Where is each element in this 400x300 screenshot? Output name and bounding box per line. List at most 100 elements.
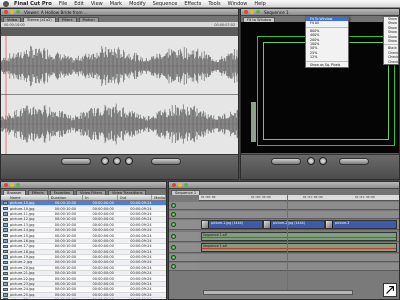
track-a4[interactable] <box>199 263 399 271</box>
window-controls <box>4 10 20 14</box>
menu-item-sq-pixels[interactable]: Show as Sq. Pixels <box>306 63 348 67</box>
track-enable-icon[interactable] <box>171 203 176 208</box>
close-icon[interactable] <box>244 10 248 14</box>
clip-in: 00:00:00:00 <box>92 276 114 281</box>
clip-in: 00:00:00:00 <box>92 233 114 238</box>
track-enable-icon[interactable] <box>171 264 176 269</box>
canvas-tab[interactable]: Sequence 1 <box>264 10 289 15</box>
track-header-v2[interactable] <box>169 211 199 219</box>
play-button[interactable] <box>101 157 109 165</box>
zoom-icon[interactable] <box>16 10 20 14</box>
audio-clip[interactable]: Sequence 1.aif <box>201 243 397 252</box>
menu-help[interactable]: Help <box>254 1 265 7</box>
minimize-icon[interactable] <box>178 183 182 187</box>
menu-item-show[interactable]: Show <box>384 39 398 43</box>
tab-sequence-1[interactable]: Sequence 1 <box>171 190 201 195</box>
tab-video[interactable]: Video <box>3 17 22 22</box>
menu-sequence[interactable]: Sequence <box>153 1 178 7</box>
menu-item-fit-all[interactable]: Fit All <box>306 21 348 25</box>
browser-titlebar[interactable] <box>1 182 166 189</box>
track-a3[interactable] <box>199 254 399 262</box>
timeline-scrollbar[interactable] <box>203 290 353 295</box>
clip-name: picture-19.jpg <box>10 255 35 260</box>
menu-effects[interactable]: Effects <box>184 1 201 7</box>
zoom-icon[interactable] <box>256 10 260 14</box>
play-button[interactable] <box>307 157 315 165</box>
menu-view[interactable]: View <box>91 1 103 7</box>
minimize-icon[interactable] <box>10 10 14 14</box>
menu-item-check[interactable]: Check <box>384 60 398 64</box>
zoom-icon[interactable] <box>16 183 20 187</box>
loop-button[interactable] <box>125 157 133 165</box>
app-menu[interactable]: Final Cut Pro <box>14 1 52 7</box>
jog-control[interactable] <box>151 158 181 165</box>
close-icon[interactable] <box>172 183 176 187</box>
track-enable-icon[interactable] <box>171 222 176 227</box>
waveform-channel-1 <box>1 45 238 87</box>
track-enable-icon[interactable] <box>171 255 176 260</box>
audio-clip[interactable]: Sequence 1.aif <box>201 232 397 241</box>
track-header-v1[interactable] <box>169 220 199 230</box>
clip-in: 00:00:00:00 <box>92 260 114 265</box>
apple-icon[interactable] <box>3 0 9 7</box>
menu-separator <box>306 26 348 28</box>
menu-edit[interactable]: Edit <box>74 1 84 7</box>
menu-tools[interactable]: Tools <box>208 1 220 7</box>
timeline-ruler[interactable]: 01:00:00 01:00:30:00 01:01:00:00 01:01:3… <box>199 195 399 201</box>
menu-item-12[interactable]: 12% <box>306 55 348 59</box>
track-header-v3[interactable] <box>169 202 199 210</box>
zoom-icon[interactable] <box>184 183 188 187</box>
column-out[interactable]: Out <box>118 195 153 200</box>
clip-duration: 00:00:10:00 <box>54 228 77 233</box>
clip-duration: 00:00:10:00 <box>54 244 77 249</box>
audio-waveform[interactable] <box>1 36 238 154</box>
timeline-titlebar[interactable] <box>169 182 399 189</box>
track-header-a1[interactable] <box>169 232 199 242</box>
minimize-icon[interactable] <box>10 183 14 187</box>
menu-separator <box>306 60 348 62</box>
menu-window[interactable]: Window <box>228 1 248 7</box>
viewer-ruler[interactable]: 00:00:10:00 00:00:07:02 <box>1 22 238 28</box>
column-duration[interactable]: Duration <box>49 195 84 200</box>
step-button[interactable] <box>113 157 121 165</box>
track-enable-icon[interactable] <box>171 245 176 250</box>
column-name[interactable]: Name <box>1 195 49 200</box>
video-clip[interactable]: picture-1.jpg (1444) <box>201 220 263 229</box>
clip-out: 00:00:09:24 <box>130 292 152 297</box>
viewer-titlebar[interactable]: Viewer: A Hollow Bride from ... <box>1 9 238 16</box>
track-header-a4[interactable] <box>169 263 199 271</box>
clip-duration: 00:00:10:00 <box>54 276 77 281</box>
tab-filters[interactable]: Filters <box>57 17 77 22</box>
close-icon[interactable] <box>4 10 8 14</box>
tab-stereo[interactable]: Stereo (a1a2) <box>23 17 56 22</box>
waveform-graph <box>1 36 238 154</box>
track-v3[interactable] <box>199 202 399 210</box>
step-button[interactable] <box>319 157 327 165</box>
playhead[interactable] <box>287 195 288 295</box>
canvas-titlebar[interactable]: Sequence 1 <box>241 9 399 16</box>
clip-duration: 00:00:10:00 <box>54 271 77 276</box>
menu-modify[interactable]: Modify <box>129 1 146 7</box>
track-enable-icon[interactable] <box>171 234 176 239</box>
video-clip[interactable]: picture-2.jpg (1444) <box>263 220 325 229</box>
tab-motion[interactable]: Motion <box>78 17 99 22</box>
waveform-channel-2 <box>1 103 238 145</box>
column-in[interactable]: In <box>83 195 118 200</box>
shuttle-control[interactable] <box>61 158 91 165</box>
close-icon[interactable] <box>4 183 8 187</box>
track-a2[interactable]: Sequence 1.aif <box>199 243 399 253</box>
jog-control[interactable] <box>339 158 369 165</box>
track-v1[interactable]: picture-1.jpg (1444) picture-2.jpg (1444… <box>199 220 399 230</box>
video-clip[interactable]: picture-3 <box>325 220 397 229</box>
track-header-a3[interactable] <box>169 254 199 262</box>
track-header-a2[interactable] <box>169 243 199 253</box>
menu-file[interactable]: File <box>59 1 67 7</box>
track-a1[interactable]: Sequence 1.aif <box>199 232 399 242</box>
resize-icon[interactable] <box>383 283 397 297</box>
track-v2[interactable] <box>199 211 399 219</box>
track-enable-icon[interactable] <box>171 212 176 217</box>
menu-mark[interactable]: Mark <box>110 1 122 7</box>
shuttle-control[interactable] <box>271 158 301 165</box>
minimize-icon[interactable] <box>250 10 254 14</box>
column-media[interactable]: Media <box>152 195 166 200</box>
